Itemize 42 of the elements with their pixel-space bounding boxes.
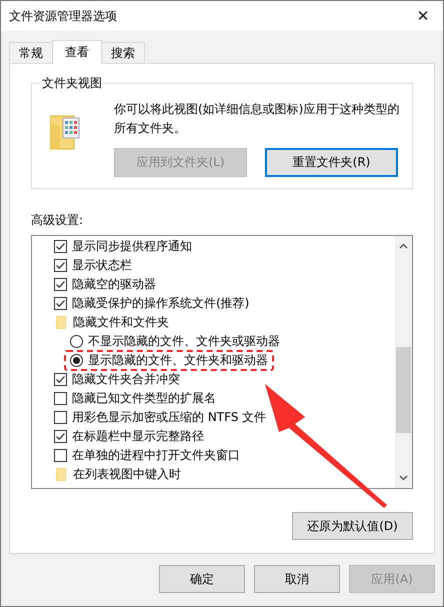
checkbox[interactable] xyxy=(54,411,67,424)
restore-defaults-button[interactable]: 还原为默认值(D) xyxy=(292,512,413,540)
checkbox[interactable] xyxy=(54,392,67,405)
setting-label: 显示隐藏的文件、文件夹和驱动器 xyxy=(88,352,268,369)
description-text: 你可以将此视图(如详细信息或图标)应用于这种类型的所有文件夹。 xyxy=(114,101,400,137)
setting-label: 在标题栏中显示完整路径 xyxy=(72,428,204,445)
checkbox[interactable] xyxy=(54,430,67,443)
dialog-button[interactable]: 取消 xyxy=(254,565,340,593)
folder-icon xyxy=(56,468,66,481)
setting-label: 不显示隐藏的文件、文件夹或驱动器 xyxy=(88,333,280,350)
section-label: 高级设置: xyxy=(31,212,84,229)
setting-label: 用彩色显示加密或压缩的 NTFS 文件 xyxy=(72,409,266,426)
radio-button[interactable] xyxy=(70,335,83,348)
group-title: 文件夹视图 xyxy=(39,75,105,92)
checkbox[interactable] xyxy=(54,449,67,462)
radio-button[interactable] xyxy=(70,354,83,367)
checkbox[interactable] xyxy=(54,297,67,310)
setting-label: 隐藏空的驱动器 xyxy=(72,276,156,293)
setting-label: 在单独的进程中打开文件夹窗口 xyxy=(72,447,240,464)
scroll-up-icon[interactable] xyxy=(399,243,408,249)
tab[interactable]: 常规 xyxy=(9,42,53,63)
setting-label: 显示同步提供程序通知 xyxy=(72,238,192,255)
scroll-down-icon[interactable] xyxy=(399,475,408,481)
window-title: 文件资源管理器选项 xyxy=(9,8,117,24)
setting-label: 隐藏已知文件类型的扩展名 xyxy=(72,390,216,407)
setting-label: 显示状态栏 xyxy=(72,257,132,274)
tab[interactable]: 搜索 xyxy=(101,42,145,63)
checkbox[interactable] xyxy=(54,373,67,386)
setting-label: 隐藏文件夹合并冲突 xyxy=(72,371,180,388)
dialog-button[interactable]: 确定 xyxy=(159,565,245,593)
close-button[interactable]: ✕ xyxy=(403,1,443,31)
setting-label: 隐藏受保护的操作系统文件(推荐) xyxy=(72,295,250,312)
setting-group-label: 隐藏文件和文件夹 xyxy=(73,314,169,331)
folder-view-button[interactable]: 重置文件夹(R) xyxy=(265,148,398,177)
scrollbar[interactable] xyxy=(395,236,412,488)
tab[interactable]: 查看 xyxy=(52,40,102,64)
folder-icon xyxy=(50,114,80,150)
checkbox[interactable] xyxy=(54,259,67,272)
checkbox[interactable] xyxy=(54,278,67,291)
checkbox[interactable] xyxy=(54,240,67,253)
folder-icon xyxy=(56,316,66,329)
setting-group-label: 在列表视图中键入时 xyxy=(73,466,181,483)
